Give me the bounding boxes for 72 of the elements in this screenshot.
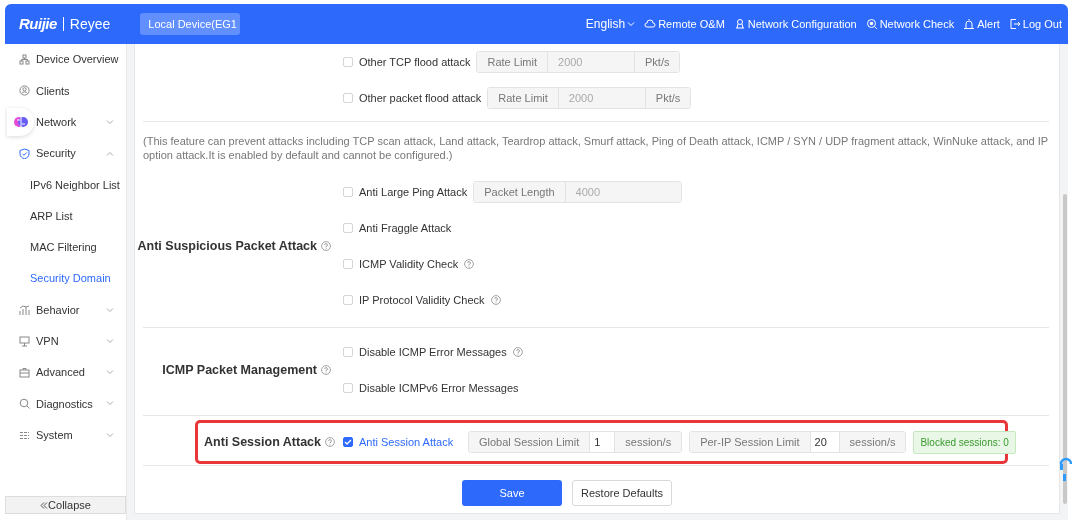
sidebar-item[interactable]: Device Overview <box>5 44 126 76</box>
chevron-down-icon <box>106 119 114 125</box>
input-prefix: Per-IP Session Limit <box>690 432 811 452</box>
section-title: Anti Suspicious Packet Attack <box>137 237 317 255</box>
sidebar-subitem[interactable]: MAC Filtering <box>5 231 126 264</box>
logout-icon <box>1008 18 1021 30</box>
header-link[interactable]: Log Out <box>1008 15 1062 33</box>
chevron-down-icon <box>627 21 636 27</box>
cloud-icon <box>644 18 657 30</box>
sidebar-subitem[interactable]: ARP List <box>5 200 126 232</box>
header-link[interactable]: Remote O&M <box>644 15 725 33</box>
bar-chart-icon <box>19 304 30 316</box>
shield-icon <box>19 148 30 160</box>
checkbox-label: Disable ICMPv6 Error Messages <box>359 380 519 396</box>
hierarchy-icon <box>19 54 30 66</box>
sidebar-item[interactable]: Network <box>5 106 126 138</box>
checkbox-label: Anti Fraggle Attack <box>359 220 452 236</box>
description-text: (This feature can prevent attacks including TCP scan attack, Land attack, Teardrop attack, Smurf attack, Ping of Death attack, ICMP / SYN / UDP fragment attack, WinNuke attack, and IP option attack.It is enabled by default and cannot be configured.) <box>143 134 1049 163</box>
checkbox-label: Disable ICMP Error Messages <box>359 344 507 360</box>
chevron-down-icon <box>106 401 114 407</box>
sidebar-subitem[interactable]: Security Domain <box>5 263 126 295</box>
checkbox[interactable] <box>343 437 353 447</box>
briefcase-icon <box>19 367 30 379</box>
product-logo: Reyee <box>62 17 111 31</box>
header-link[interactable]: Alert <box>963 15 1000 33</box>
beacon-icon <box>733 18 746 30</box>
assistant-button[interactable] <box>7 108 34 137</box>
checkbox-label: IP Protocol Validity Check <box>359 292 485 308</box>
search-icon <box>865 18 878 30</box>
chevron-down-icon <box>106 432 114 438</box>
chevron-down-icon <box>106 370 114 376</box>
sidebar-item[interactable]: Advanced <box>5 356 126 389</box>
sidebar-item[interactable]: Diagnostics <box>5 388 126 420</box>
section-title: ICMP Packet Management <box>162 361 317 379</box>
input-suffix: Pkt/s <box>635 52 680 72</box>
header-link[interactable]: Network Check <box>865 15 955 33</box>
chevron-up-icon <box>106 151 114 157</box>
sidebar-subitem[interactable]: IPv6 Neighbor List <box>5 169 126 201</box>
user-icon <box>19 85 30 97</box>
search-icon <box>19 398 30 410</box>
input-prefix: Rate Limit <box>488 88 559 108</box>
input-prefix: Global Session Limit <box>469 432 591 452</box>
restore-defaults-button[interactable]: Restore Defaults <box>572 480 672 506</box>
sidebar-item[interactable]: System <box>5 419 126 451</box>
checkbox-label: Anti Large Ping Attack <box>359 184 468 200</box>
status-badge: Blocked sessions: 0 <box>913 430 1016 454</box>
checkbox-label: Anti Session Attack <box>359 434 454 450</box>
section-title: Anti Session Attack <box>204 433 321 451</box>
brand-logo: Ruijie <box>19 13 57 34</box>
check-icon <box>344 439 352 445</box>
language-dropdown[interactable]: English <box>585 15 636 33</box>
header-link[interactable]: Network Configuration <box>733 15 857 33</box>
double-chevron-left-icon <box>40 501 49 509</box>
chevron-down-icon <box>106 338 114 344</box>
sidebar-item[interactable]: Clients <box>5 75 126 107</box>
sidebar-item[interactable]: Behavior <box>5 294 126 326</box>
checkbox-label: Other TCP flood attack <box>359 54 471 70</box>
save-button[interactable]: Save <box>462 480 562 506</box>
input-suffix: Pkt/s <box>645 88 691 108</box>
alarm-icon <box>963 18 976 30</box>
input-prefix: Rate Limit <box>477 52 548 72</box>
input-suffix: session/s <box>839 432 906 452</box>
sidebar-item[interactable]: VPN <box>5 325 126 357</box>
collapse-button[interactable]: Collapse <box>5 496 126 514</box>
sliders-icon <box>19 429 30 441</box>
sidebar-item[interactable]: Security <box>5 137 126 170</box>
checkbox-label: Other packet flood attack <box>359 90 482 106</box>
input-suffix: session/s <box>615 432 682 452</box>
scrollbar[interactable] <box>1063 194 1067 504</box>
checkbox-label: ICMP Validity Check <box>359 256 459 272</box>
chevron-down-icon <box>106 307 114 313</box>
monitor-icon <box>19 335 30 347</box>
